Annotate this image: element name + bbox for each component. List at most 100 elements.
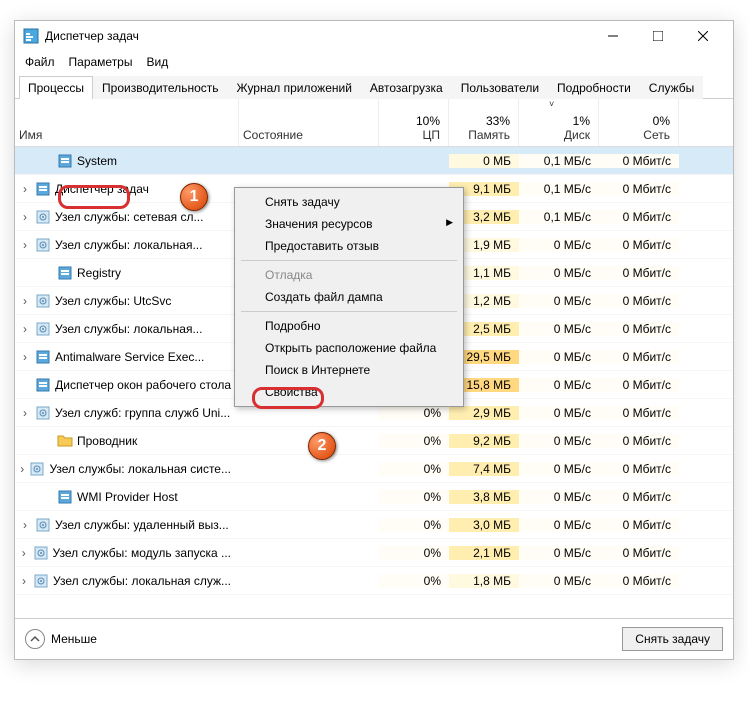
cell-network: 0 Мбит/с — [599, 154, 679, 168]
header-cpu[interactable]: 10%ЦП — [379, 99, 449, 146]
process-icon — [33, 545, 49, 561]
context-separator — [241, 311, 457, 312]
cell-network: 0 Мбит/с — [599, 350, 679, 364]
cell-network: 0 Мбит/с — [599, 518, 679, 532]
tab-1[interactable]: Производительность — [93, 76, 227, 99]
header-network[interactable]: 0%Сеть — [599, 99, 679, 146]
cell-name: Проводник — [15, 433, 239, 449]
process-name: Узел службы: сетевая сл... — [55, 210, 203, 224]
expand-toggle[interactable]: › — [19, 210, 31, 224]
process-row[interactable]: ›Узел службы: удаленный выз...0%3,0 МБ0 … — [15, 511, 733, 539]
cell-name: › Узел службы: сетевая сл... — [15, 209, 239, 225]
cell-disk: 0 МБ/с — [519, 266, 599, 280]
context-item-1[interactable]: Значения ресурсов▶ — [237, 213, 461, 235]
tab-3[interactable]: Автозагрузка — [361, 76, 452, 99]
process-name: Проводник — [77, 434, 137, 448]
process-row[interactable]: ›Узел службы: локальная систе...0%7,4 МБ… — [15, 455, 733, 483]
column-headers: Имя Состояние 10%ЦП 33%Память ˅1%Диск 0%… — [15, 99, 733, 147]
header-state[interactable]: Состояние — [239, 99, 379, 146]
cell-cpu: 0% — [379, 574, 449, 588]
process-name: Узел службы: локальная... — [55, 322, 202, 336]
process-name: Узел службы: локальная служ... — [53, 574, 231, 588]
process-row[interactable]: ›Узел службы: модуль запуска ...0%2,1 МБ… — [15, 539, 733, 567]
cell-name: System — [15, 153, 239, 169]
process-name: Antimalware Service Exec... — [55, 350, 204, 364]
context-item-10[interactable]: Свойства — [237, 381, 461, 403]
cell-name: ›Узел службы: модуль запуска ... — [15, 545, 239, 561]
context-item-7[interactable]: Подробно — [237, 315, 461, 337]
context-item-8[interactable]: Открыть расположение файла — [237, 337, 461, 359]
expand-toggle[interactable]: › — [19, 406, 31, 420]
expand-toggle[interactable]: › — [19, 518, 31, 532]
cell-network: 0 Мбит/с — [599, 266, 679, 280]
cell-network: 0 Мбит/с — [599, 490, 679, 504]
cell-cpu: 0% — [379, 406, 449, 420]
context-item-0[interactable]: Снять задачу — [237, 191, 461, 213]
window-title: Диспетчер задач — [45, 29, 590, 43]
close-button[interactable] — [680, 21, 725, 51]
app-icon — [23, 28, 39, 44]
cell-name: › Узел службы: локальная систе... — [15, 461, 239, 477]
expand-toggle[interactable]: › — [19, 294, 31, 308]
cell-name: › Узел службы: локальная служ... — [15, 573, 239, 589]
menu-view[interactable]: Вид — [146, 55, 168, 69]
process-row[interactable]: WMI Provider Host0%3,8 МБ0 МБ/с0 Мбит/с — [15, 483, 733, 511]
menu-options[interactable]: Параметры — [69, 55, 133, 69]
context-item-9[interactable]: Поиск в Интернете — [237, 359, 461, 381]
process-row[interactable]: Проводник0%9,2 МБ0 МБ/с0 Мбит/с — [15, 427, 733, 455]
tab-2[interactable]: Журнал приложений — [228, 76, 361, 99]
process-icon — [57, 265, 73, 281]
header-disk[interactable]: ˅1%Диск — [519, 99, 599, 146]
expand-toggle[interactable]: › — [19, 238, 31, 252]
cell-cpu: 0% — [379, 490, 449, 504]
cell-disk: 0,1 МБ/с — [519, 210, 599, 224]
maximize-button[interactable] — [635, 21, 680, 51]
process-icon — [35, 377, 51, 393]
process-icon — [35, 405, 51, 421]
process-icon — [35, 181, 51, 197]
cell-name: Диспетчер окон рабочего стола — [15, 377, 239, 393]
close-icon — [698, 31, 708, 41]
context-item-5[interactable]: Создать файл дампа — [237, 286, 461, 308]
expand-toggle[interactable]: › — [19, 546, 29, 560]
cell-network: 0 Мбит/с — [599, 294, 679, 308]
menu-file[interactable]: Файл — [25, 55, 55, 69]
expand-toggle[interactable]: › — [19, 182, 31, 196]
process-icon — [33, 573, 49, 589]
footer: Меньше Снять задачу — [15, 618, 733, 659]
cell-name: WMI Provider Host — [15, 489, 239, 505]
minimize-button[interactable] — [590, 21, 635, 51]
tab-6[interactable]: Службы — [640, 76, 703, 99]
cell-disk: 0,1 МБ/с — [519, 182, 599, 196]
cell-memory: 1,8 МБ — [449, 574, 519, 588]
cell-network: 0 Мбит/с — [599, 322, 679, 336]
process-icon — [57, 433, 73, 449]
process-icon — [57, 489, 73, 505]
end-task-button[interactable]: Снять задачу — [622, 627, 723, 651]
header-name[interactable]: Имя — [15, 99, 239, 146]
process-name: Узел службы: удаленный выз... — [55, 518, 229, 532]
process-name: Диспетчер задач — [55, 182, 149, 196]
expand-toggle[interactable]: › — [19, 350, 31, 364]
process-icon — [35, 349, 51, 365]
expand-toggle[interactable]: › — [19, 462, 25, 476]
expand-toggle[interactable]: › — [19, 322, 31, 336]
annotation-badge-2: 2 — [308, 432, 336, 460]
process-icon — [57, 153, 73, 169]
cell-disk: 0 МБ/с — [519, 574, 599, 588]
minimize-icon — [608, 31, 618, 41]
tab-0[interactable]: Процессы — [19, 76, 93, 99]
process-name: Узел службы: локальная систе... — [49, 462, 231, 476]
header-memory[interactable]: 33%Память — [449, 99, 519, 146]
process-row[interactable]: ›Узел службы: локальная служ...0%1,8 МБ0… — [15, 567, 733, 595]
expand-toggle[interactable]: › — [19, 574, 29, 588]
process-row[interactable]: System0 МБ0,1 МБ/с0 Мбит/с — [15, 147, 733, 175]
tab-5[interactable]: Подробности — [548, 76, 640, 99]
cell-cpu: 0% — [379, 518, 449, 532]
menubar: Файл Параметры Вид — [15, 51, 733, 75]
context-item-2[interactable]: Предоставить отзыв — [237, 235, 461, 257]
fewer-details-button[interactable]: Меньше — [25, 629, 97, 649]
cell-network: 0 Мбит/с — [599, 574, 679, 588]
process-name: Узел службы: локальная... — [55, 238, 202, 252]
tab-4[interactable]: Пользователи — [452, 76, 548, 99]
